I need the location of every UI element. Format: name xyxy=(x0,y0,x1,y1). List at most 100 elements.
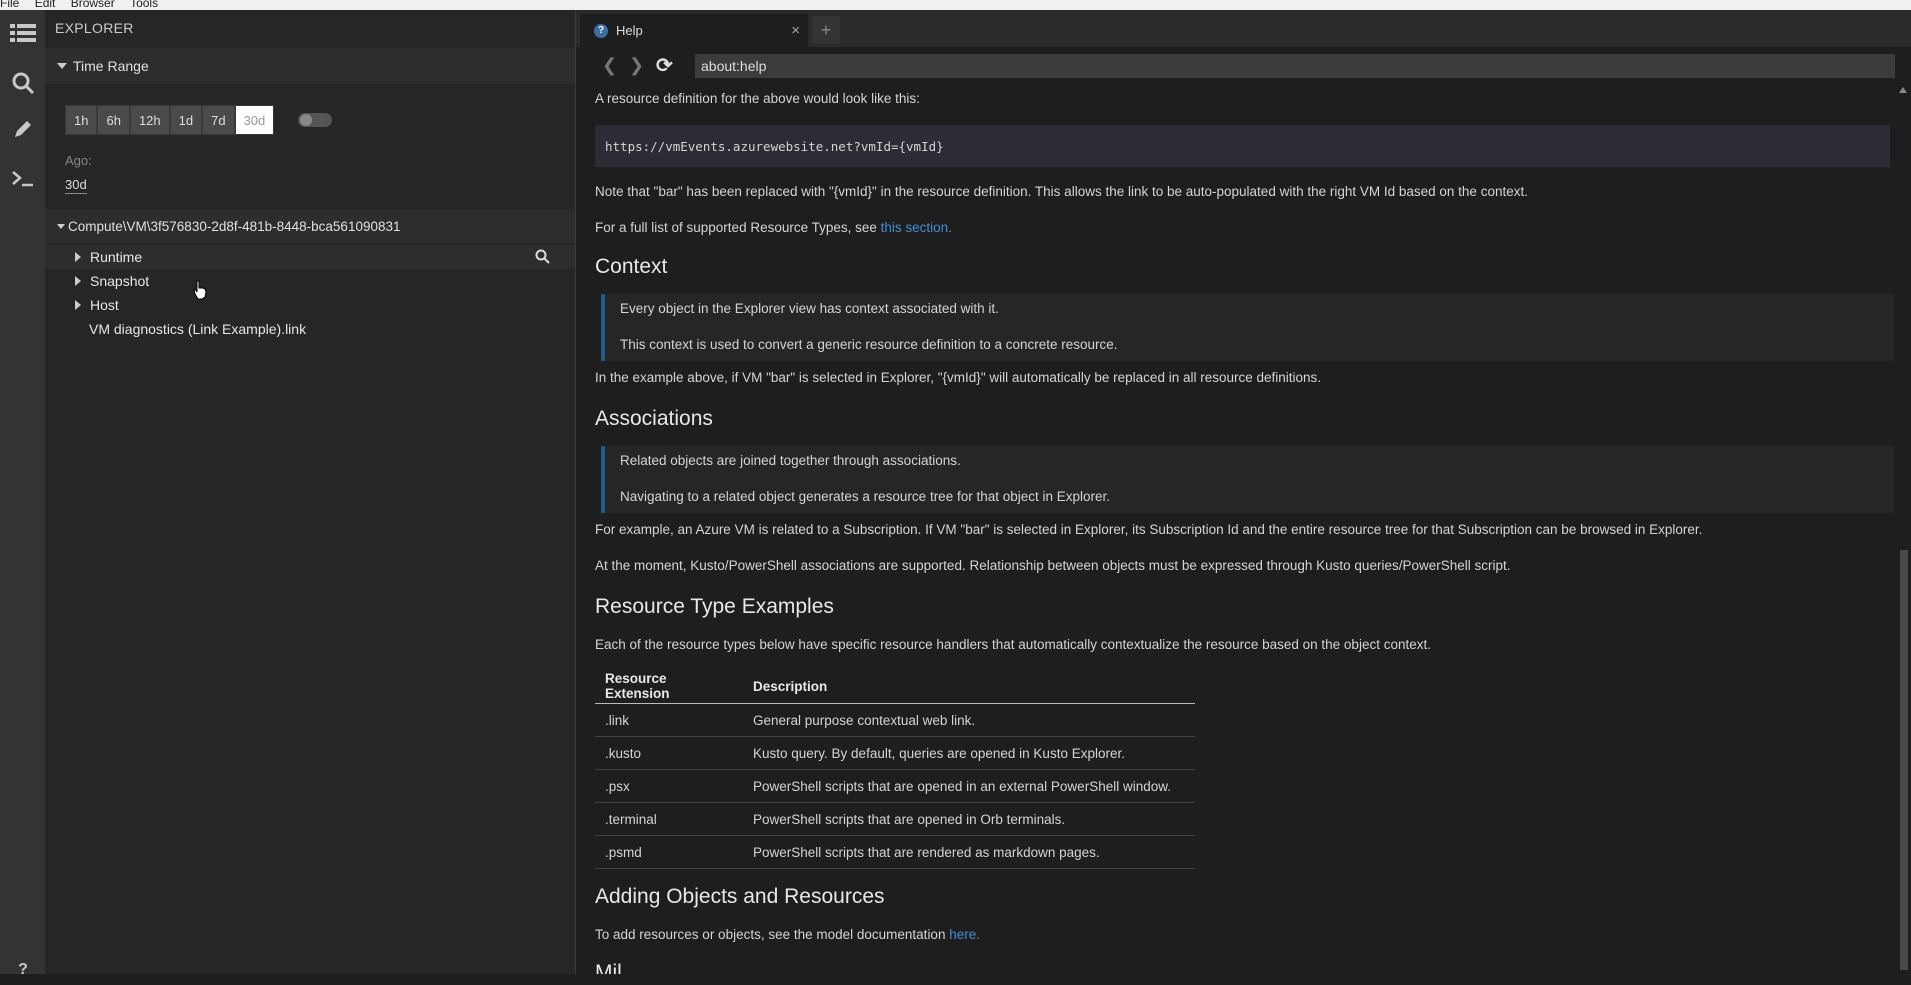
search-icon[interactable] xyxy=(535,249,550,267)
search-icon[interactable] xyxy=(8,68,38,98)
code-block: https://vmEvents.azurewebsite.net?vmId={… xyxy=(595,125,1890,167)
heading-resource-types: Resource Type Examples xyxy=(595,595,834,618)
table-row: .link General purpose contextual web lin… xyxy=(595,703,1195,737)
tab-bar: ? Help × + xyxy=(576,10,1911,47)
hand-cursor-icon xyxy=(193,280,207,305)
range-button-7d[interactable]: 7d xyxy=(202,105,235,135)
table-cell: General purpose contextual web link. xyxy=(743,703,1195,737)
table-cell: PowerShell scripts that are opened in an… xyxy=(743,769,1195,803)
help-icon[interactable]: ? xyxy=(8,955,38,985)
paragraph: For example, an Azure VM is related to a… xyxy=(595,522,1703,537)
tree-item-label: VM diagnostics (Link Example).link xyxy=(89,321,307,337)
tree-item-snapshot[interactable]: Snapshot xyxy=(45,269,575,293)
chevron-down-icon xyxy=(57,63,67,69)
tree-root-label: Compute\VM\3f576830-2d8f-481b-8448-bca56… xyxy=(68,218,401,234)
tab-help[interactable]: ? Help × xyxy=(580,14,808,47)
column-header: Description xyxy=(743,669,1195,704)
heading-partial: Mil xyxy=(595,961,622,974)
paragraph-text: For a full list of supported Resource Ty… xyxy=(595,220,881,235)
scroll-thumb[interactable] xyxy=(1900,550,1908,970)
menu-tools[interactable]: Tools xyxy=(130,0,158,9)
blockquote: Every object in the Explorer view has co… xyxy=(601,294,1894,361)
table-cell: .kusto xyxy=(595,736,743,770)
table-row: .psx PowerShell scripts that are opened … xyxy=(595,769,1195,803)
url-input[interactable]: about:help xyxy=(695,54,1895,78)
help-content: A resource definition for the above woul… xyxy=(576,85,1896,974)
table-row: .psmd PowerShell scripts that are render… xyxy=(595,835,1195,869)
tree-item-vm-diagnostics-link[interactable]: VM diagnostics (Link Example).link xyxy=(45,317,575,341)
help-icon: ? xyxy=(594,23,608,38)
close-icon[interactable]: × xyxy=(791,22,800,39)
explorer-title: EXPLORER xyxy=(55,20,134,36)
tab-label: Help xyxy=(616,23,643,38)
pencil-icon[interactable] xyxy=(8,114,38,144)
chevron-right-icon xyxy=(75,252,81,262)
table-cell: .link xyxy=(595,703,743,737)
menu-file[interactable]: File xyxy=(0,0,19,9)
chevron-down-icon xyxy=(57,223,65,229)
paragraph: Note that "bar" has been replaced with "… xyxy=(595,184,1528,199)
refresh-icon[interactable]: ⟳ xyxy=(656,53,673,78)
range-button-1d[interactable]: 1d xyxy=(169,105,203,135)
chevron-right-icon xyxy=(75,276,81,286)
table-row: .kusto Kusto query. By default, queries … xyxy=(595,736,1195,770)
here-link[interactable]: here. xyxy=(949,927,980,942)
scroll-up-icon[interactable] xyxy=(1899,87,1907,93)
ago-input[interactable]: 30d xyxy=(65,177,87,194)
tree-item-label: Snapshot xyxy=(90,273,150,289)
quote-line: Navigating to a related object generates… xyxy=(620,489,1111,504)
activity-bar: ? xyxy=(0,10,45,978)
quote-line: Every object in the Explorer view has co… xyxy=(620,301,999,316)
table-row: .terminal PowerShell scripts that are op… xyxy=(595,802,1195,836)
table-cell: Kusto query. By default, queries are ope… xyxy=(743,736,1195,770)
menu-bar: File Edit Browser Tools xyxy=(0,0,1911,10)
blockquote: Related objects are joined together thro… xyxy=(601,446,1894,513)
ago-label: Ago: xyxy=(65,153,92,168)
back-icon[interactable]: ❮ xyxy=(602,55,617,76)
column-header: Resource Extension xyxy=(595,669,743,704)
terminal-icon[interactable] xyxy=(8,163,38,193)
this-section-link[interactable]: this section. xyxy=(881,220,952,235)
table-cell: .terminal xyxy=(595,802,743,836)
explorer-list-icon[interactable] xyxy=(8,18,38,48)
tree-item-host[interactable]: Host xyxy=(45,293,575,317)
paragraph: To add resources or objects, see the mod… xyxy=(595,927,980,942)
time-range-toggle[interactable] xyxy=(298,113,332,127)
heading-context: Context xyxy=(595,255,668,278)
new-tab-button[interactable]: + xyxy=(812,16,840,44)
paragraph-text: To add resources or objects, see the mod… xyxy=(595,927,950,942)
range-button-6h[interactable]: 6h xyxy=(97,105,130,135)
menu-edit[interactable]: Edit xyxy=(35,0,56,9)
tree-root[interactable]: Compute\VM\3f576830-2d8f-481b-8448-bca56… xyxy=(45,209,575,243)
paragraph: In the example above, if VM "bar" is sel… xyxy=(595,370,1322,385)
time-range-title: Time Range xyxy=(73,58,149,74)
table-cell: .psmd xyxy=(595,835,743,869)
paragraph: At the moment, Kusto/PowerShell associat… xyxy=(595,558,1511,573)
explorer-panel: EXPLORER Time Range 1h 6h 12h 1d 7d 30d … xyxy=(45,10,576,974)
time-range-buttons: 1h 6h 12h 1d 7d 30d xyxy=(65,105,275,135)
range-button-12h[interactable]: 12h xyxy=(129,105,170,135)
tree-item-label: Host xyxy=(90,297,119,313)
range-button-1h[interactable]: 1h xyxy=(65,105,98,135)
quote-line: Related objects are joined together thro… xyxy=(620,453,961,468)
chevron-right-icon xyxy=(75,300,81,310)
table-cell: PowerShell scripts that are opened in Or… xyxy=(743,802,1195,836)
paragraph: Each of the resource types below have sp… xyxy=(595,637,1431,652)
toggle-knob xyxy=(300,114,312,126)
tree-item-runtime[interactable]: Runtime xyxy=(45,245,575,269)
tree-item-label: Runtime xyxy=(90,249,143,265)
range-button-30d[interactable]: 30d xyxy=(234,105,275,135)
quote-line: This context is used to convert a generi… xyxy=(620,337,1118,352)
time-range-header[interactable]: Time Range xyxy=(45,48,575,84)
heading-associations: Associations xyxy=(595,407,713,430)
paragraph: A resource definition for the above woul… xyxy=(595,91,920,106)
table-cell: .psx xyxy=(595,769,743,803)
resource-types-table: Resource Extension Description .link Gen… xyxy=(595,669,1195,869)
menu-browser[interactable]: Browser xyxy=(71,0,115,9)
heading-adding-objects: Adding Objects and Resources xyxy=(595,885,885,908)
content-scrollbar[interactable] xyxy=(1896,85,1911,974)
navigation-bar: ❮ ❯ ⟳ about:help xyxy=(576,47,1911,85)
paragraph: For a full list of supported Resource Ty… xyxy=(595,220,952,235)
table-header-row: Resource Extension Description xyxy=(595,669,1195,704)
forward-icon[interactable]: ❯ xyxy=(629,55,644,76)
